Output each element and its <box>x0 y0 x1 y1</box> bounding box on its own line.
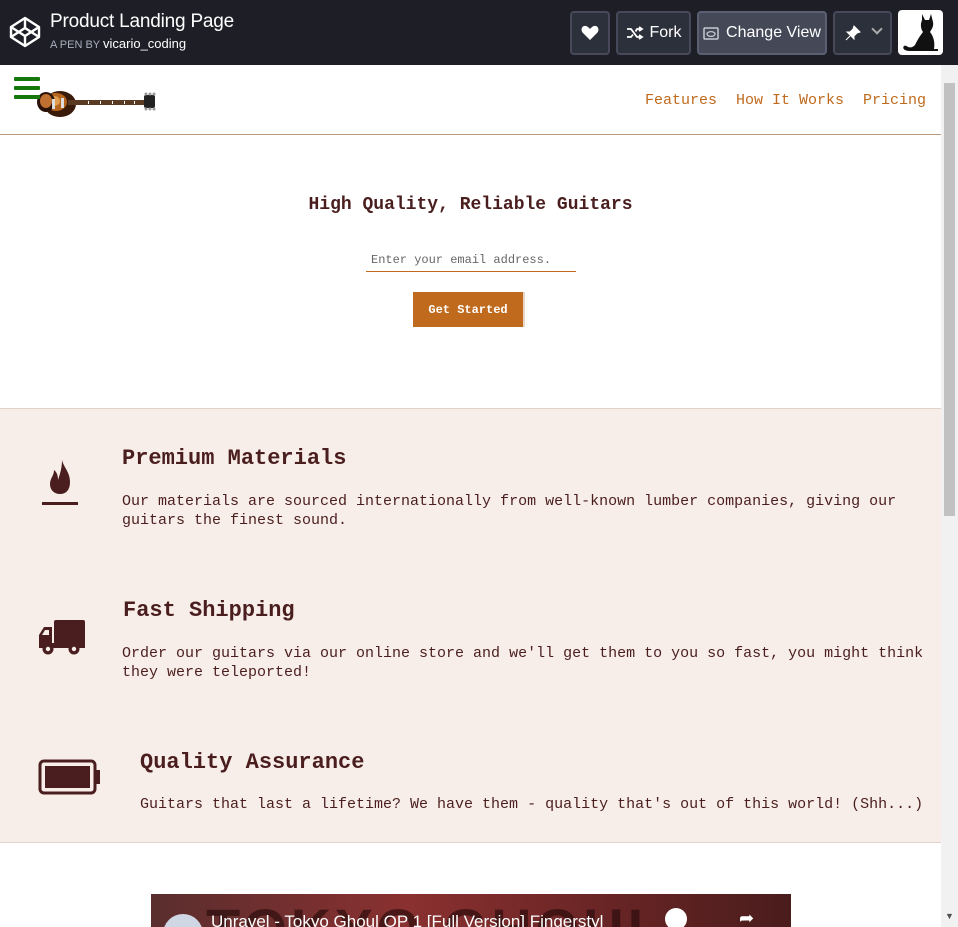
scroll-down-arrow-icon[interactable]: ▼ <box>941 908 958 925</box>
fork-label: Fork <box>649 24 682 41</box>
hero-title: High Quality, Reliable Guitars <box>308 195 633 215</box>
feature-title: Fast Shipping <box>123 598 295 623</box>
preview-frame: Features How It Works Pricing High Quali… <box>0 65 941 927</box>
chevron-down-icon <box>871 23 883 35</box>
user-avatar[interactable] <box>898 10 943 55</box>
feature-description-line: Order our guitars via our online store a… <box>122 645 924 662</box>
change-view-button[interactable]: Change View <box>697 11 827 55</box>
fork-icon <box>626 26 644 40</box>
fire-icon <box>42 460 78 505</box>
feature-description: Order our guitars via our online store a… <box>122 644 923 682</box>
get-started-button[interactable]: Get Started <box>413 292 525 327</box>
pen-author-link[interactable]: vicario_coding <box>103 36 186 51</box>
pen-byline: A PEN BY vicario_coding <box>50 36 186 51</box>
feature-title: Quality Assurance <box>140 750 365 775</box>
codepen-header: Product Landing Page A PEN BY vicario_co… <box>0 0 958 65</box>
guitar-logo-icon[interactable] <box>28 78 158 123</box>
nav-bar: Features How It Works Pricing <box>645 92 926 109</box>
site-header: Features How It Works Pricing <box>0 65 941 135</box>
hamburger-menu-icon[interactable] <box>14 77 40 99</box>
pin-button[interactable] <box>833 11 892 55</box>
nav-link-how-it-works[interactable]: How It Works <box>736 92 844 109</box>
features-section: Premium Materials Our materials are sour… <box>0 408 941 843</box>
scrollbar-thumb[interactable] <box>944 83 955 516</box>
video-embed[interactable]: TOKYO GHOUL Unravel - Tokyo Ghoul OP 1 [… <box>151 894 791 927</box>
feature-description-line: Our materials are sourced internationall… <box>122 493 897 510</box>
video-title[interactable]: Unravel - Tokyo Ghoul OP 1 [Full Version… <box>211 912 603 927</box>
heart-button[interactable] <box>570 11 610 55</box>
fork-button[interactable]: Fork <box>616 11 691 55</box>
feature-description-line: they were teleported! <box>122 664 312 681</box>
battery-icon <box>38 759 100 795</box>
pin-icon <box>845 25 861 41</box>
codepen-logo-icon[interactable] <box>9 16 41 48</box>
feature-description-line: guitars the finest sound. <box>122 512 348 529</box>
cat-avatar-icon <box>903 14 938 51</box>
heart-icon <box>581 25 599 40</box>
nav-link-pricing[interactable]: Pricing <box>863 92 926 109</box>
change-view-label: Change View <box>726 24 821 41</box>
feature-title: Premium Materials <box>122 446 347 471</box>
pen-by-label: A PEN BY <box>50 39 100 51</box>
email-input[interactable] <box>366 249 576 272</box>
feature-description: Guitars that last a lifetime? We have th… <box>140 795 923 814</box>
watch-later-icon[interactable] <box>665 908 687 927</box>
eye-icon <box>703 26 719 40</box>
share-icon[interactable]: ➦ <box>739 908 754 927</box>
truck-icon <box>39 620 85 655</box>
nav-link-features[interactable]: Features <box>645 92 717 109</box>
feature-description-line: Guitars that last a lifetime? We have th… <box>140 796 924 813</box>
pen-title: Product Landing Page <box>50 11 235 32</box>
feature-description: Our materials are sourced internationall… <box>122 492 896 530</box>
